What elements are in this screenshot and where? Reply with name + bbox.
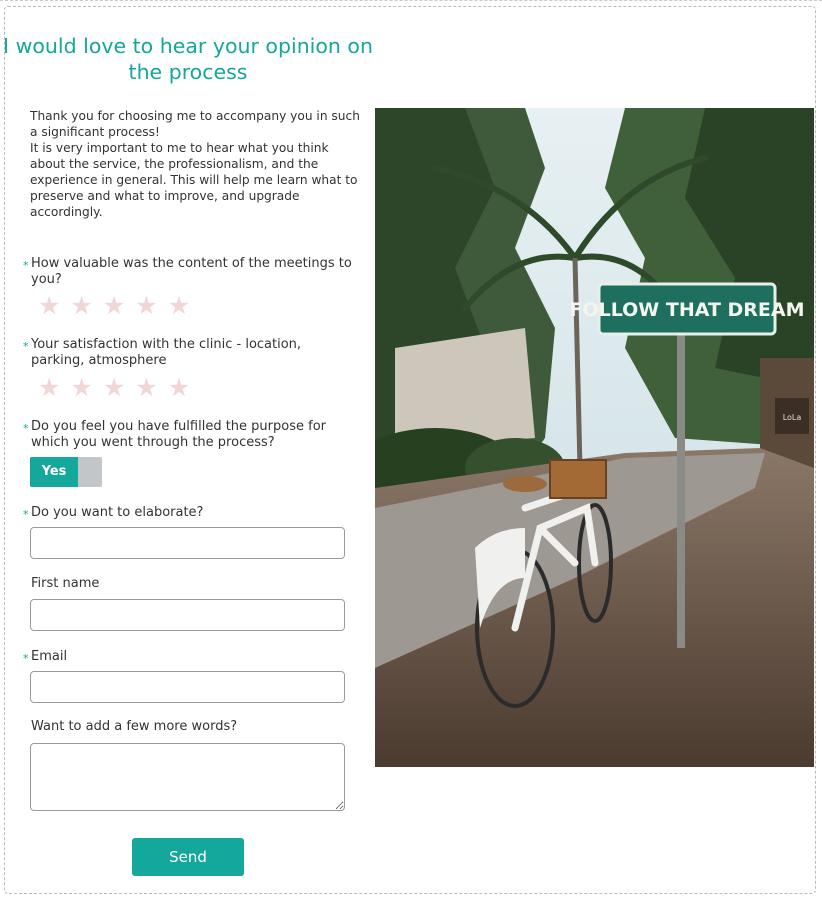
- yes-no-toggle[interactable]: Yes: [30, 457, 102, 487]
- question-elaborate: * Do you want to elaborate?: [23, 505, 358, 521]
- required-mark: *: [23, 259, 29, 272]
- question-label: Do you feel you have fulfilled the purpo…: [31, 419, 326, 450]
- small-sign-text: LoLa: [783, 413, 802, 422]
- question-label: How valuable was the content of the meet…: [31, 256, 352, 287]
- star-icon[interactable]: ★: [168, 375, 190, 401]
- star-icon[interactable]: ★: [135, 293, 157, 319]
- required-mark: *: [23, 652, 29, 665]
- star-icon[interactable]: ★: [103, 375, 125, 401]
- email-question: * Email: [23, 649, 358, 665]
- email-input[interactable]: [30, 671, 345, 703]
- first-name-label: First name: [31, 576, 100, 591]
- bicycle-photo: LoLa FOLLOW THAT DREAM: [375, 108, 814, 767]
- top-dashed-rule: [0, 0, 822, 1]
- star-icon[interactable]: ★: [70, 293, 92, 319]
- question-purpose-fulfilled: * Do you feel you have fulfilled the pur…: [23, 419, 358, 451]
- intro-text: Thank you for choosing me to accompany y…: [30, 108, 360, 220]
- sign-text: FOLLOW THAT DREAM: [569, 299, 804, 321]
- star-icon[interactable]: ★: [38, 293, 60, 319]
- more-words-label: Want to add a few more words?: [31, 719, 238, 734]
- form-title: I would love to hear your opinion on the…: [3, 34, 373, 84]
- rating-stars-clinic: ★ ★ ★ ★ ★: [38, 375, 190, 401]
- toggle-yes-label: Yes: [30, 457, 78, 487]
- question-clinic-satisfaction: * Your satisfaction with the clinic - lo…: [23, 337, 358, 369]
- star-icon[interactable]: ★: [135, 375, 157, 401]
- star-icon[interactable]: ★: [70, 375, 92, 401]
- photo-illustration: LoLa FOLLOW THAT DREAM: [375, 108, 814, 767]
- star-icon[interactable]: ★: [38, 375, 60, 401]
- star-icon[interactable]: ★: [168, 293, 190, 319]
- question-label: Do you want to elaborate?: [31, 505, 204, 520]
- send-button[interactable]: Send: [132, 838, 244, 876]
- required-mark: *: [23, 508, 29, 521]
- question-label: Your satisfaction with the clinic - loca…: [31, 337, 302, 368]
- required-mark: *: [23, 340, 29, 353]
- star-icon[interactable]: ★: [103, 293, 125, 319]
- email-label: Email: [31, 649, 68, 664]
- intro-line-2: It is very important to me to hear what …: [30, 141, 358, 219]
- rating-stars-content: ★ ★ ★ ★ ★: [38, 293, 190, 319]
- more-words-textarea[interactable]: [30, 743, 345, 811]
- first-name-input[interactable]: [30, 599, 345, 631]
- question-content-value: * How valuable was the content of the me…: [23, 256, 358, 288]
- elaborate-input[interactable]: [30, 527, 345, 559]
- intro-line-1: Thank you for choosing me to accompany y…: [30, 109, 360, 139]
- required-mark: *: [23, 422, 29, 435]
